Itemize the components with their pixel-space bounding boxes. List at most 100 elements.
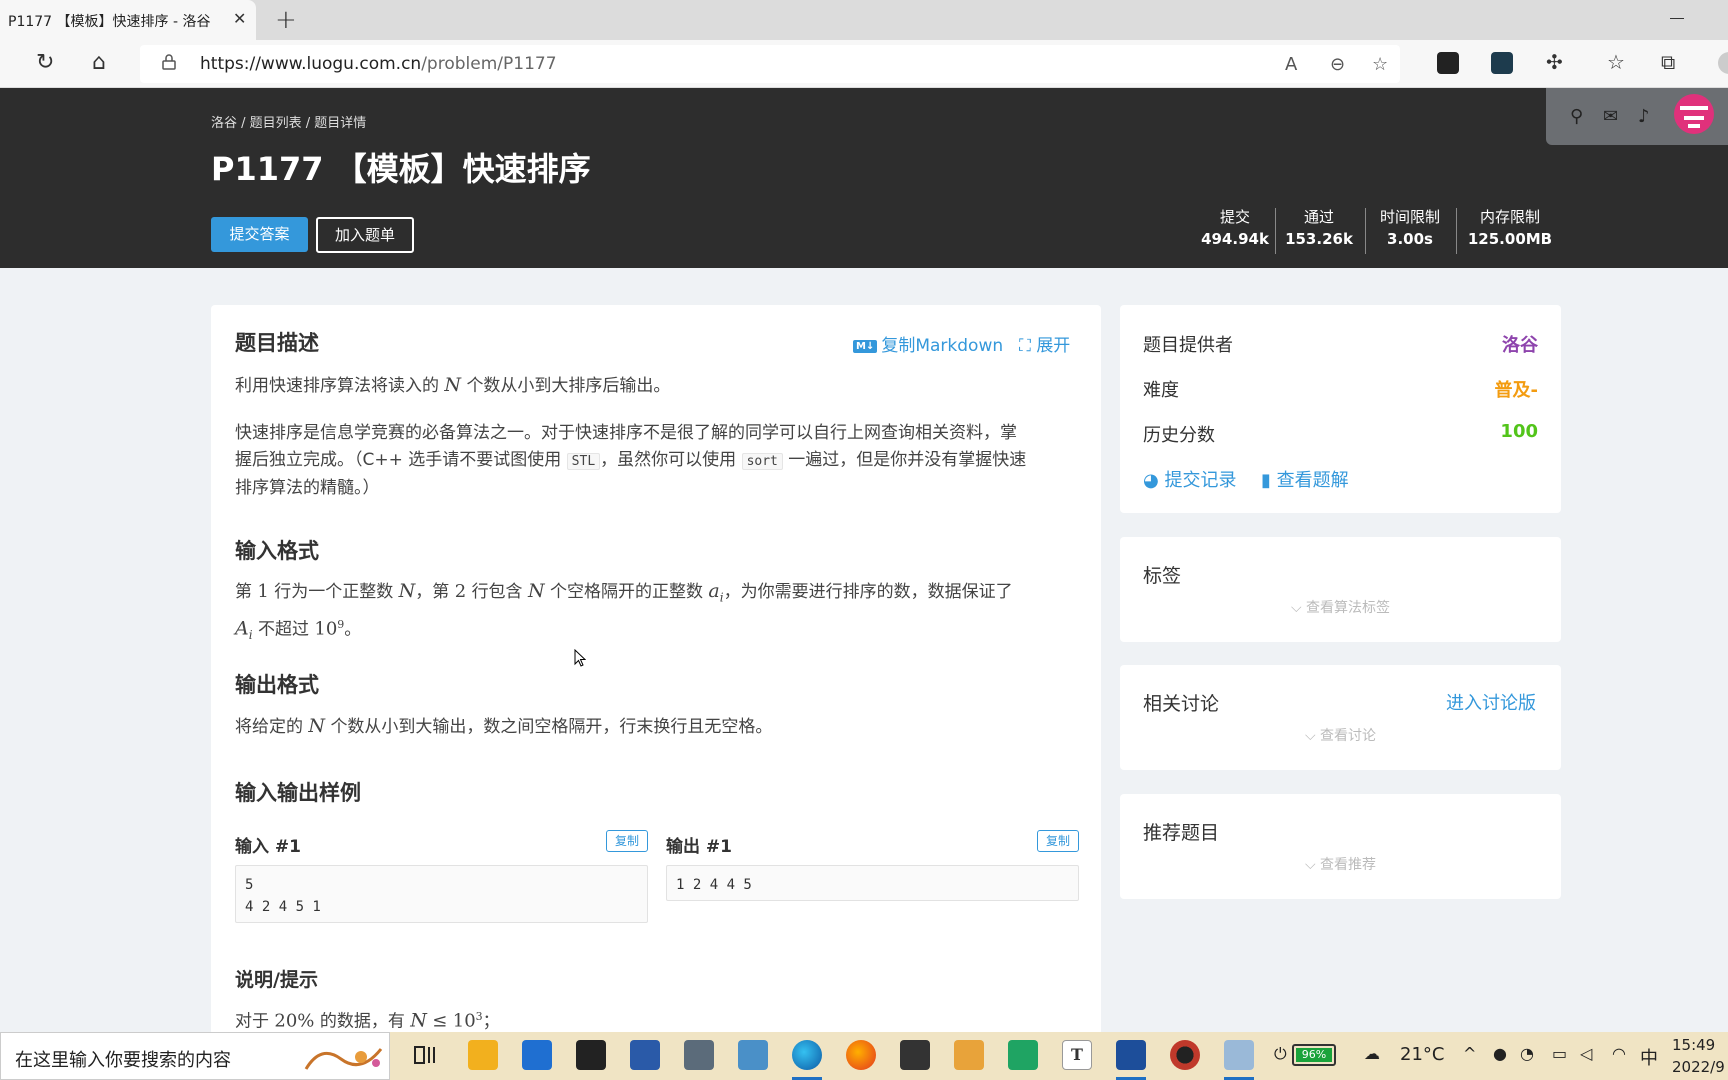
chevron-up-icon[interactable]: ^ [1463,1044,1476,1063]
show-recommend-toggle[interactable]: ⌵ 查看推荐 [1120,854,1561,874]
submission-records-link[interactable]: ◕ 提交记录 [1143,466,1236,492]
ime-indicator[interactable]: 中 [1640,1044,1658,1070]
mail-icon[interactable]: ✉ [1603,106,1618,127]
taskbar-search[interactable]: 在这里输入你要搜索的内容 [0,1032,390,1080]
media-player-icon[interactable] [954,1040,984,1070]
app-icon[interactable] [1008,1040,1038,1070]
stat-memory-limit: 内存限制 125.00MB [1467,208,1553,248]
power-plug-icon: ⏻ [1274,1044,1287,1063]
terminal-icon[interactable] [576,1040,606,1070]
file-explorer-icon[interactable] [468,1040,498,1070]
user-nav: ⚲ ✉ ♪ [1546,88,1728,145]
extensions-puzzle-icon[interactable]: ✣ [1546,50,1563,74]
view-solutions-link[interactable]: ▮ 查看题解 [1261,466,1349,492]
firefox-icon[interactable] [846,1040,876,1070]
browser-tab-bar: P1177 【模板】快速排序 - 洛谷 ✕ + [0,0,1728,40]
battery-tray-icon[interactable]: ▭ [1552,1044,1567,1063]
edge-browser-icon[interactable] [792,1040,822,1070]
volume-icon[interactable]: ◁ [1580,1044,1592,1063]
copy-input-button[interactable]: 复制 [606,830,648,852]
console-icon[interactable] [900,1040,930,1070]
powershell-icon[interactable] [630,1040,660,1070]
lock-icon [162,54,176,70]
microphone-icon[interactable]: ● [1493,1044,1507,1063]
search-icon[interactable]: ⚲ [1570,106,1583,127]
difficulty-label: 难度 [1143,380,1179,401]
description-heading: 题目描述 [235,331,319,355]
output-format-heading: 输出格式 [235,673,319,697]
input-sample-label: 输入 #1 [235,837,301,857]
browser-tab[interactable]: P1177 【模板】快速排序 - 洛谷 ✕ [0,0,256,40]
recommend-heading: 推荐题目 [1143,822,1220,844]
expand-button[interactable]: ⛶ 展开 [1019,331,1070,356]
chevron-down-icon: ⌵ [1304,857,1321,873]
copy-output-button[interactable]: 复制 [1037,830,1079,852]
chevron-down-icon: ⌵ [1304,728,1321,744]
address-bar[interactable]: https://www.luogu.com.cn/problem/P1177 A… [140,45,1400,83]
battery-indicator[interactable]: 96% [1292,1044,1336,1066]
mouse-cursor-icon [574,649,586,667]
stat-submissions: 提交 494.94k [1201,208,1269,248]
input-sample-box[interactable]: 5 4 2 4 5 1 [235,865,648,923]
weather-temp[interactable]: 21°C [1400,1044,1444,1065]
enter-discussion-link[interactable]: 进入讨论版 [1446,689,1536,715]
add-to-list-button[interactable]: 加入题单 [316,217,414,253]
extension-icon[interactable] [1437,52,1459,74]
hint-heading: 说明/提示 [235,969,318,991]
task-view-icon[interactable] [410,1040,440,1070]
search-placeholder: 在这里输入你要搜索的内容 [15,1050,231,1071]
pie-chart-icon: ◕ [1143,470,1159,491]
chevron-down-icon: ⌵ [1290,600,1307,616]
add-favorite-icon[interactable]: ☆ [1372,54,1388,75]
expand-icon: ⛶ [1019,336,1037,356]
refresh-icon[interactable]: ↻ [36,50,54,75]
mail-app-icon[interactable] [522,1040,552,1070]
show-discussion-toggle[interactable]: ⌵ 查看讨论 [1120,725,1561,745]
stat-time-limit: 时间限制 3.00s [1379,208,1440,248]
home-icon[interactable]: ⌂ [92,50,106,75]
paint-icon[interactable] [1224,1040,1254,1070]
breadcrumb[interactable]: 洛谷 / 题目列表 / 题目详情 [211,112,366,131]
input-format-paragraph: 第 1 行为一个正整数 N，第 2 行包含 N 个空格隔开的正整数 ai，为你需… [235,580,1013,643]
discussion-card: 相关讨论 进入讨论版 ⌵ 查看讨论 [1120,665,1561,770]
problem-content-card: 题目描述 M↓ 复制Markdown ⛶ 展开 利用快速排序算法将读入的 N 个数… [211,305,1101,1035]
qq-icon[interactable]: ◔ [1520,1044,1534,1063]
book-icon: ▮ [1261,470,1271,491]
favorites-icon[interactable]: ☆ [1607,50,1625,74]
zoom-out-icon[interactable]: ⊖ [1330,54,1345,75]
stat-accepted: 通过 153.26k [1285,208,1353,248]
provider-value[interactable]: 洛谷 [1502,331,1538,357]
copy-markdown-button[interactable]: M↓ 复制Markdown [853,331,1003,356]
bell-icon[interactable]: ♪ [1638,106,1650,127]
score-value: 100 [1500,421,1538,442]
output-format-paragraph: 将给定的 N 个数从小到大输出，数之间空格隔开，行末换行且无空格。 [235,715,773,737]
new-tab-icon[interactable]: + [275,5,297,35]
description-paragraph: 利用快速排序算法将读入的 N 个数从小到大排序后输出。 [235,374,671,396]
extension-icon[interactable] [1491,52,1513,74]
markdown-icon: M↓ [853,339,878,353]
tags-card: 标签 ⌵ 查看算法标签 [1120,537,1561,642]
control-panel-icon[interactable] [738,1040,768,1070]
recorder-icon[interactable] [1170,1040,1200,1070]
recommend-card: 推荐题目 ⌵ 查看推荐 [1120,794,1561,899]
read-aloud-icon[interactable]: A [1285,54,1297,75]
devcpp-icon[interactable] [1116,1040,1146,1070]
typora-icon[interactable]: T [1062,1040,1092,1070]
discussion-heading: 相关讨论 [1143,693,1220,715]
profile-icon[interactable] [1718,52,1728,74]
samples-heading: 输入输出样例 [235,781,361,805]
provider-label: 题目提供者 [1143,335,1233,356]
tags-heading: 标签 [1143,565,1182,587]
calculator-icon[interactable] [684,1040,714,1070]
avatar[interactable] [1674,94,1714,134]
wifi-icon[interactable]: ◠ [1612,1044,1626,1063]
collections-icon[interactable]: ⧉ [1661,50,1675,74]
submit-answer-button[interactable]: 提交答案 [211,217,308,252]
output-sample-label: 输出 #1 [666,837,732,857]
close-tab-icon[interactable]: ✕ [233,9,246,28]
output-sample-box[interactable]: 1 2 4 4 5 [666,865,1079,901]
show-tags-toggle[interactable]: ⌵ 查看算法标签 [1120,597,1561,617]
tab-title: P1177 【模板】快速排序 - 洛谷 [8,14,211,30]
minimize-window-icon[interactable] [1670,18,1684,19]
system-clock[interactable]: 15:49 2022/9 [1672,1034,1725,1078]
